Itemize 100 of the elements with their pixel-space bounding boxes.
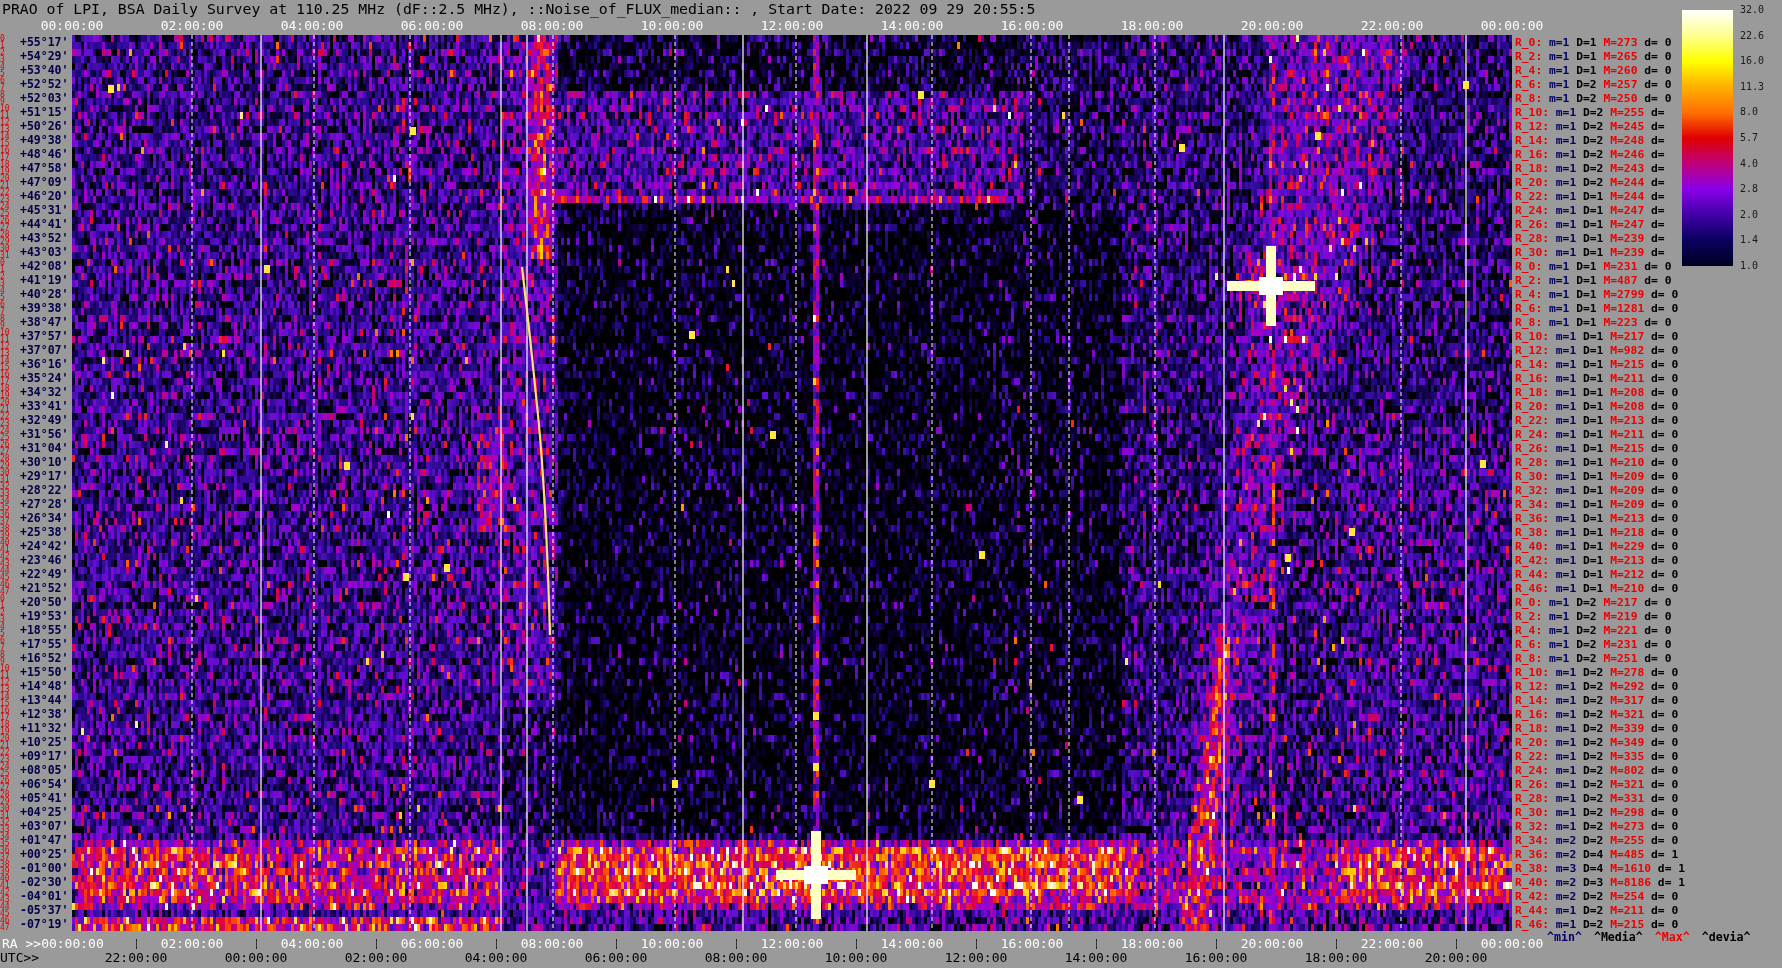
beam-number: 19: [0, 728, 10, 735]
axis-tick-label: 00:00:00: [41, 937, 104, 951]
declination-label: +43°52': [20, 231, 69, 245]
deviation-value: d= 0: [1651, 889, 1679, 903]
min-value: m=1: [1555, 427, 1577, 441]
axis-tick-label: 02:00:00: [160, 17, 224, 35]
axis-title: RA >>: [2, 937, 42, 951]
deviation-value: d= 0: [1651, 441, 1679, 455]
max-value: M=244: [1610, 189, 1645, 203]
deviation-value: d= 0: [1651, 777, 1679, 791]
max-value: M=246: [1610, 147, 1645, 161]
axis-tick-label: 16:00:00: [1000, 937, 1064, 951]
axis-tick-label: 02:00:00: [160, 937, 224, 951]
axis-tick-label: 16:00:00: [1184, 951, 1248, 965]
min-value: m=1: [1549, 301, 1570, 315]
deviation-value: d= 0: [1644, 651, 1672, 665]
max-value: M=239: [1610, 245, 1645, 259]
beam-id: R_18:: [1515, 721, 1549, 735]
median-value: D=2: [1576, 91, 1597, 105]
beam-number: 16: [0, 147, 10, 154]
beam-id: R_46:: [1515, 917, 1549, 931]
color-scale-label: 32.0: [1740, 3, 1765, 16]
min-value: m=1: [1555, 371, 1577, 385]
beam-number: 24: [0, 763, 10, 770]
declination-label: +13°44': [20, 693, 69, 707]
declination-label: +12°38': [20, 707, 69, 721]
min-value: m=1: [1555, 175, 1577, 189]
beam-id: R_36:: [1515, 847, 1549, 861]
median-value: D=2: [1576, 623, 1597, 637]
beam-id: R_6:: [1515, 77, 1543, 91]
declination-label: +20°50': [20, 595, 69, 609]
bright-spot: [108, 85, 114, 93]
beam-id: R_12:: [1515, 679, 1549, 693]
beam-number: 28: [0, 231, 10, 238]
declination-label: +34°32': [20, 385, 69, 399]
median-value: D=2: [1576, 77, 1597, 91]
min-value: m=1: [1555, 245, 1577, 259]
min-value: m=1: [1555, 567, 1577, 581]
color-scale-label: 2.8: [1740, 182, 1759, 196]
bright-spot: [1077, 796, 1083, 804]
median-value: D=2: [1576, 637, 1597, 651]
column-legend-label: ^devia^: [1701, 931, 1751, 943]
max-value: M=485: [1610, 847, 1645, 861]
beam-number: 15: [0, 364, 10, 371]
column-legend-label: ^Media^: [1593, 931, 1643, 943]
median-value: D=2: [1583, 749, 1604, 763]
min-value: m=1: [1555, 399, 1577, 413]
beam-number: 7: [0, 644, 5, 651]
declination-label: +38°47': [20, 315, 69, 329]
min-value: m=1: [1555, 707, 1577, 721]
beam-number: 38: [0, 525, 10, 532]
beam-id: R_2:: [1515, 49, 1543, 63]
beam-number: 26: [0, 441, 10, 448]
axis-tick-label: 10:00:00: [640, 937, 704, 951]
beam-id: R_24:: [1515, 427, 1549, 441]
beam-id: R_28:: [1515, 455, 1549, 469]
beam-number: 11: [0, 336, 10, 343]
median-value: D=1: [1576, 287, 1597, 301]
beam-number: 46: [0, 581, 10, 588]
beam-id: R_42:: [1515, 889, 1549, 903]
bright-spot: [1179, 144, 1185, 152]
max-value: M=215: [1610, 917, 1645, 931]
median-value: D=1: [1583, 581, 1604, 595]
median-value: D=1: [1583, 343, 1604, 357]
bright-spot: [1349, 528, 1355, 536]
beam-number: 27: [0, 224, 10, 231]
declination-label: +46°20': [20, 189, 69, 203]
axis-tick-label: 18:00:00: [1120, 937, 1184, 951]
min-value: m=1: [1555, 105, 1577, 119]
declination-label: +11°32': [20, 721, 69, 735]
median-value: D=1: [1583, 553, 1604, 567]
deviation-value: d= 0: [1651, 735, 1679, 749]
min-value: m=1: [1555, 469, 1577, 483]
beam-id: R_8:: [1515, 91, 1543, 105]
beam-number: 6: [0, 77, 5, 84]
bright-spot: [410, 127, 416, 135]
median-value: D=1: [1583, 217, 1604, 231]
deviation-value: d= 0: [1651, 581, 1679, 595]
median-value: D=2: [1583, 889, 1604, 903]
beam-number: 9: [0, 322, 5, 329]
beam-number: 36: [0, 847, 10, 854]
axis-tick-label: 22:00:00: [104, 951, 168, 965]
max-value: M=982: [1610, 343, 1645, 357]
beam-number: 47: [0, 924, 10, 931]
min-value: m=1: [1555, 693, 1577, 707]
declination-label: +21°52': [20, 581, 69, 595]
beam-id: R_18:: [1515, 385, 1549, 399]
beam-number: 26: [0, 777, 10, 784]
beam-number: 8: [0, 651, 5, 658]
median-value: D=2: [1583, 119, 1604, 133]
declination-label: +22°49': [20, 567, 69, 581]
bright-spot: [444, 564, 450, 572]
beam-number: 5: [0, 294, 5, 301]
declination-label: +10°25': [20, 735, 69, 749]
max-value: M=250: [1603, 91, 1638, 105]
min-value: m=1: [1549, 35, 1570, 49]
beam-number: 16: [0, 371, 10, 378]
beam-number: 12: [0, 679, 10, 686]
beam-number: 31: [0, 252, 10, 259]
declination-label: +01°47': [20, 833, 69, 847]
